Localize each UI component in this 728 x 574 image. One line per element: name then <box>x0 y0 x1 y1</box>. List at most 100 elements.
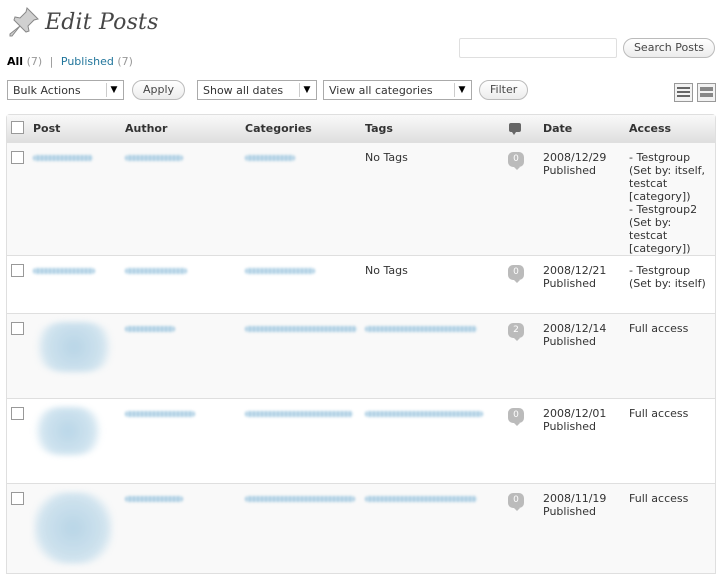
page-header: Edit Posts <box>7 4 159 40</box>
column-categories[interactable]: Categories <box>241 115 361 143</box>
table-row: 2 2008/12/14 Published Full access <box>7 314 715 399</box>
access-cell: Full access <box>625 399 715 484</box>
date-cell: 2008/11/19 Published <box>539 484 625 574</box>
access-line: (Set by: itself) <box>629 277 706 290</box>
post-date: 2008/12/21 <box>543 264 607 277</box>
tags-cell: No Tags <box>361 143 491 256</box>
table-header-row: Post Author Categories Tags Date Access <box>7 115 715 143</box>
access-line: Full access <box>629 492 689 505</box>
categories-redacted[interactable] <box>245 326 357 332</box>
list-view-icon[interactable] <box>674 83 693 102</box>
categories-redacted[interactable] <box>245 268 315 274</box>
search-posts-button[interactable]: Search Posts <box>622 38 715 58</box>
tags-cell: No Tags <box>361 256 491 314</box>
access-line: - Testgroup <box>629 151 691 164</box>
column-post[interactable]: Post <box>29 115 121 143</box>
posts-table: Post Author Categories Tags Date Access … <box>6 114 716 574</box>
row-checkbox[interactable] <box>11 492 24 505</box>
author-redacted[interactable] <box>125 411 195 417</box>
select-all-cell <box>7 115 29 143</box>
tags-redacted[interactable] <box>365 411 483 417</box>
row-checkbox[interactable] <box>11 407 24 420</box>
dates-select[interactable]: Show all dates ▼ <box>197 80 317 100</box>
filter-all-link[interactable]: All <box>7 55 23 68</box>
dates-value: Show all dates <box>203 84 284 97</box>
comment-count-badge[interactable]: 0 <box>508 493 524 511</box>
access-line: (Set by: itself, <box>629 164 706 177</box>
comment-count-badge[interactable]: 0 <box>508 408 524 426</box>
chevron-down-icon: ▼ <box>106 83 121 97</box>
access-cell: Full access <box>625 314 715 399</box>
table-row: No Tags 0 2008/12/21 Published - Testgro… <box>7 256 715 314</box>
status-filter-links: All (7) | Published (7) <box>7 55 133 68</box>
access-line: - Testgroup <box>629 264 691 277</box>
filter-separator: | <box>49 55 54 68</box>
apply-button[interactable]: Apply <box>132 80 186 100</box>
comment-count-badge[interactable]: 0 <box>508 152 524 170</box>
tags-redacted[interactable] <box>365 326 477 332</box>
table-row: 0 2008/12/01 Published Full access <box>7 399 715 484</box>
access-line: - Testgroup2 <box>629 203 698 216</box>
post-status: Published <box>543 164 596 177</box>
categories-redacted[interactable] <box>245 411 353 417</box>
post-date: 2008/12/01 <box>543 407 607 420</box>
categories-value: View all categories <box>329 84 433 97</box>
post-title-redacted[interactable] <box>33 407 103 455</box>
categories-redacted[interactable] <box>245 496 355 502</box>
author-redacted[interactable] <box>125 268 187 274</box>
table-row: 0 2008/11/19 Published Full access <box>7 484 715 574</box>
post-title-redacted[interactable] <box>33 492 113 564</box>
column-date[interactable]: Date <box>539 115 625 143</box>
post-title-redacted[interactable] <box>33 268 95 274</box>
column-comments[interactable] <box>491 115 539 143</box>
access-line: (Set by: testcat <box>629 216 672 242</box>
categories-select[interactable]: View all categories ▼ <box>323 80 472 100</box>
post-date: 2008/12/14 <box>543 322 607 335</box>
access-line: testcat <box>629 177 668 190</box>
page-title: Edit Posts <box>45 9 159 35</box>
post-title-redacted[interactable] <box>33 322 115 372</box>
search-box: Search Posts <box>458 38 715 58</box>
access-line: [category]) <box>629 190 691 203</box>
access-line: Full access <box>629 407 689 420</box>
tablenav: Bulk Actions ▼ Apply Show all dates ▼ Vi… <box>7 80 716 102</box>
date-cell: 2008/12/21 Published <box>539 256 625 314</box>
chevron-down-icon: ▼ <box>454 83 469 97</box>
row-checkbox[interactable] <box>11 264 24 277</box>
date-cell: 2008/12/01 Published <box>539 399 625 484</box>
author-redacted[interactable] <box>125 326 175 332</box>
pin-icon <box>7 5 41 39</box>
post-date: 2008/11/19 <box>543 492 607 505</box>
post-status: Published <box>543 277 596 290</box>
column-access[interactable]: Access <box>625 115 715 143</box>
date-cell: 2008/12/29 Published <box>539 143 625 256</box>
comment-icon <box>509 123 521 135</box>
comment-count-badge[interactable]: 0 <box>508 265 524 283</box>
post-status: Published <box>543 505 596 518</box>
access-cell: - Testgroup (Set by: itself, testcat [ca… <box>625 143 715 256</box>
row-checkbox[interactable] <box>11 151 24 164</box>
bulk-actions-select[interactable]: Bulk Actions ▼ <box>7 80 124 100</box>
column-author[interactable]: Author <box>121 115 241 143</box>
filter-button[interactable]: Filter <box>479 80 529 100</box>
tags-redacted[interactable] <box>365 496 477 502</box>
filter-published-link[interactable]: Published <box>61 55 114 68</box>
filter-published-count: (7) <box>117 55 133 68</box>
view-switch <box>674 83 716 102</box>
access-cell: Full access <box>625 484 715 574</box>
column-tags[interactable]: Tags <box>361 115 491 143</box>
excerpt-view-icon[interactable] <box>697 83 716 102</box>
post-date: 2008/12/29 <box>543 151 607 164</box>
comment-count-badge[interactable]: 2 <box>508 323 524 341</box>
row-checkbox[interactable] <box>11 322 24 335</box>
bulk-actions-value: Bulk Actions <box>13 84 81 97</box>
author-redacted[interactable] <box>125 155 183 161</box>
author-redacted[interactable] <box>125 496 183 502</box>
post-status: Published <box>543 335 596 348</box>
chevron-down-icon: ▼ <box>299 83 314 97</box>
access-line: Full access <box>629 322 689 335</box>
post-title-redacted[interactable] <box>33 155 93 161</box>
search-input[interactable] <box>458 38 617 58</box>
select-all-checkbox[interactable] <box>11 120 24 134</box>
categories-redacted[interactable] <box>245 155 295 161</box>
